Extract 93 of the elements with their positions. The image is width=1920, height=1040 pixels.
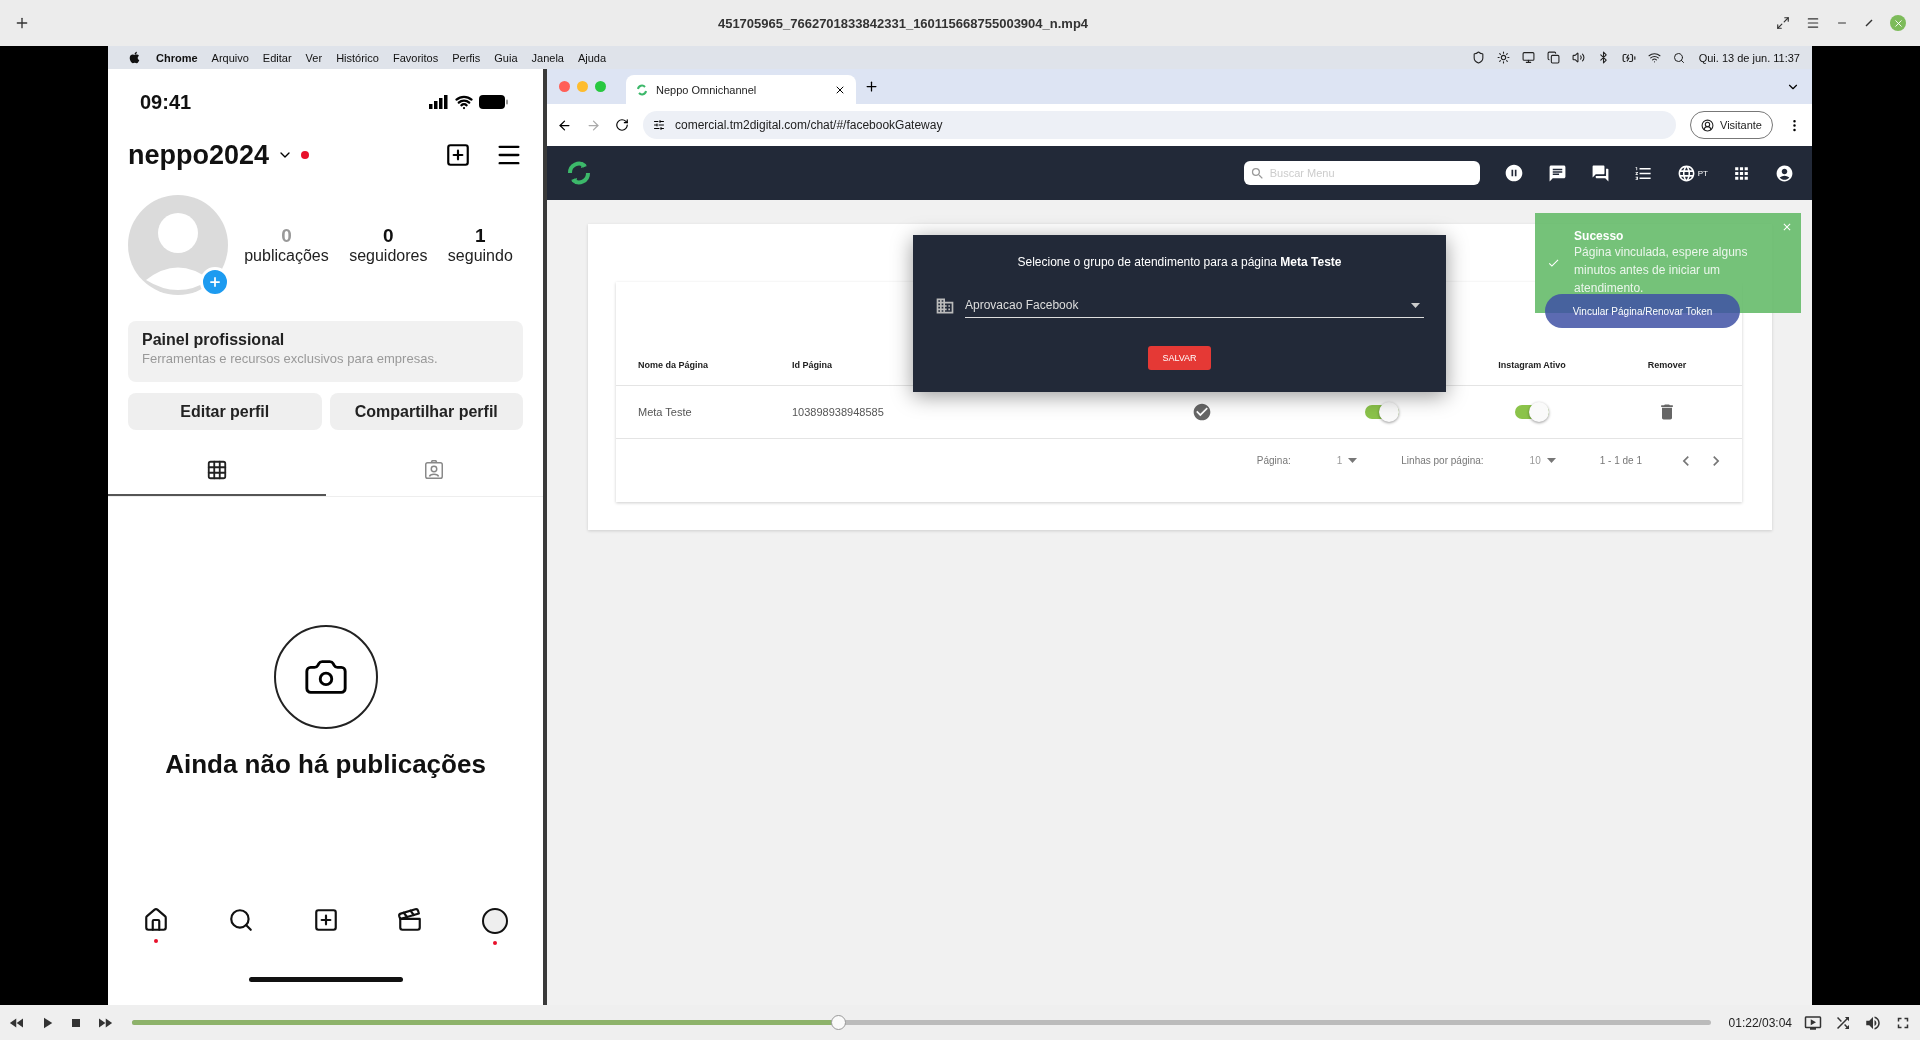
signal-icon: [429, 95, 449, 109]
clapperboard-icon[interactable]: [397, 907, 424, 933]
menu-item[interactable]: Perfis: [445, 51, 488, 64]
reload-icon[interactable]: [615, 118, 629, 132]
volume-icon[interactable]: [1571, 51, 1585, 64]
home-icon[interactable]: [143, 907, 169, 933]
pause-icon[interactable]: [1503, 163, 1524, 183]
menu-clock: Qui. 13 de jun. 11:37: [1698, 51, 1800, 64]
caret-icon: [1546, 458, 1556, 463]
grid-icon: [205, 459, 228, 481]
camera-icon: [273, 624, 378, 729]
favicon-icon: [636, 83, 648, 96]
expand-icon[interactable]: [1776, 16, 1790, 30]
caret-icon: [1348, 458, 1358, 463]
back-icon[interactable]: [557, 117, 572, 133]
new-tab-icon[interactable]: [864, 79, 879, 94]
panel-subtitle: Ferramentas e recursos exclusivos para empresas.: [142, 351, 439, 366]
person-tag-icon: [423, 459, 446, 481]
language-selector[interactable]: PT: [1676, 163, 1708, 183]
conversations-icon[interactable]: [1590, 163, 1610, 183]
close-dot[interactable]: [559, 81, 570, 92]
restore-icon[interactable]: [1864, 18, 1874, 28]
save-button[interactable]: SALVAR: [1148, 346, 1211, 370]
professional-panel[interactable]: Painel profissional Ferramentas e recursos exclusivos para empresas.: [128, 321, 523, 382]
empty-message: Ainda não há publicações: [165, 748, 486, 780]
stat-value: 0: [281, 225, 292, 247]
avatar-icon: [128, 195, 228, 295]
group-select[interactable]: Aprovacao Facebook: [965, 293, 1424, 318]
menu-item[interactable]: Favoritos: [385, 51, 446, 64]
username: neppo2024: [128, 139, 270, 171]
notification-dot: [301, 151, 310, 159]
link-page-button[interactable]: Vincular Página/Renovar Token: [1545, 294, 1740, 328]
panel-title: Painel profissional: [142, 331, 286, 349]
address-bar[interactable]: comercial.tm2digital.com/chat/#/facebookGateway: [643, 111, 1676, 139]
screen-icon[interactable]: [1521, 51, 1535, 64]
search-icon[interactable]: [1672, 51, 1685, 64]
search-icon: [1249, 166, 1265, 181]
profile-button[interactable]: Editar perfil: [128, 393, 322, 430]
menu-item[interactable]: Histórico: [329, 51, 386, 64]
user-icon: [1701, 118, 1714, 132]
stat-label: seguidores: [349, 247, 428, 265]
profile-button[interactable]: Compartilhar perfil: [329, 393, 523, 430]
notification-dot: [493, 941, 497, 945]
add-icon[interactable]: [445, 142, 471, 168]
wifi-icon: [455, 93, 473, 111]
menu-item[interactable]: Chrome: [149, 51, 205, 64]
apple-icon[interactable]: [128, 51, 141, 64]
menu-item[interactable]: Arquivo: [204, 51, 256, 64]
page-range: 1 - 1 de 1: [1599, 455, 1642, 466]
chat-icon[interactable]: [1547, 163, 1567, 183]
notification-dot: [154, 939, 158, 943]
column-header: Nome da Página: [638, 360, 709, 370]
window-title: 451705965_7662701833842331_160115668755003904_n.mp4: [716, 15, 1090, 31]
playback-time: 01:22/03:04: [1728, 1015, 1792, 1030]
stat-value: 0: [382, 225, 394, 247]
site-settings-icon[interactable]: [653, 119, 665, 131]
toggle-switch[interactable]: [1365, 405, 1399, 419]
table-cell-text: 103898938948585: [792, 406, 885, 418]
screen-icon[interactable]: [1804, 1013, 1822, 1032]
stat-value: 1: [475, 225, 486, 247]
status-icon[interactable]: [1496, 51, 1510, 64]
browser-tab[interactable]: Neppo Omnichannel: [626, 75, 856, 104]
table-cell-text: Meta Teste: [638, 406, 693, 418]
menu-item[interactable]: Janela: [524, 51, 571, 64]
menu-item[interactable]: Editar: [255, 51, 299, 64]
status-icon[interactable]: [1471, 51, 1485, 64]
column-header: Remover: [1647, 360, 1687, 370]
stat-label: publicações: [244, 247, 329, 265]
copy-icon[interactable]: [1546, 51, 1560, 64]
caret-icon: [1411, 302, 1420, 308]
column-header: Id Página: [792, 360, 832, 370]
column-header: Instagram Ativo: [1498, 360, 1566, 370]
add-icon[interactable]: [312, 907, 339, 933]
wifi-icon[interactable]: [1647, 51, 1661, 64]
profile-icon[interactable]: [481, 907, 509, 935]
toast-title: Sucesso: [1574, 229, 1625, 243]
status-time: 09:41: [140, 90, 192, 114]
account-icon[interactable]: [1775, 163, 1794, 183]
pagination-label: Página:: [1256, 455, 1291, 466]
dialog-prompt: Selecione o grupo de atendimento para a página Meta Teste: [1017, 255, 1342, 269]
toggle-switch[interactable]: [1515, 405, 1549, 419]
profile-button[interactable]: Visitante: [1690, 111, 1773, 139]
zoom-dot[interactable]: [595, 81, 606, 92]
menu-item[interactable]: Ver: [298, 51, 330, 64]
toast-message: Página vinculada, espere alguns minutos antes de iniciar um atendimento.: [1574, 244, 1749, 297]
stat-label: seguindo: [447, 247, 513, 265]
pagination-label: Linhas por página:: [1401, 455, 1484, 466]
minimize-dot[interactable]: [577, 81, 588, 92]
menu-item[interactable]: Guia: [487, 51, 525, 64]
menu-item[interactable]: Ajuda: [570, 51, 614, 64]
search-icon[interactable]: [227, 907, 254, 933]
battery-icon: [479, 95, 509, 109]
logo-icon: [565, 159, 593, 187]
